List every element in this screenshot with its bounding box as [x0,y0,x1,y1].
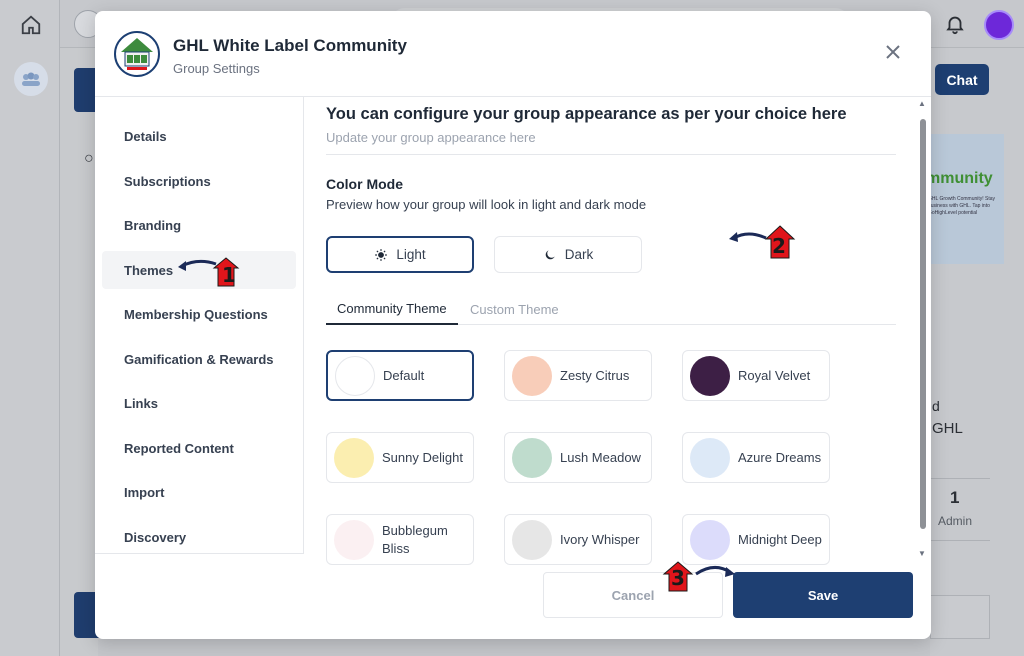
chat-button[interactable]: Chat [935,64,989,95]
theme-swatch [512,355,552,396]
theme-swatch [690,437,730,478]
sidebar-item-details[interactable]: Details [102,117,296,155]
divider [930,540,990,541]
callout-number: 2 [772,234,786,258]
close-icon[interactable] [881,40,905,64]
dark-mode-button[interactable]: Dark [494,236,642,273]
callout-number: 3 [671,566,685,590]
theme-name: Ivory Whisper [560,531,640,547]
bell-icon[interactable] [944,13,966,35]
save-button[interactable]: Save [733,572,913,618]
callout-arrow-icon [729,225,796,259]
member-count: 1 [950,488,960,507]
user-avatar[interactable] [984,10,1014,40]
scroll-thumb[interactable] [920,119,926,529]
theme-swatch [334,519,374,560]
modal-footer: Cancel Save [304,567,931,639]
sidebar-item-branding[interactable]: Branding [102,206,296,244]
theme-name: Azure Dreams [738,449,822,465]
modal-header: GHL White Label Community Group Settings [95,11,931,97]
theme-swatch [512,437,552,478]
sun-icon [375,248,388,261]
theme-name: Midnight Deep [738,531,822,547]
tab-custom-theme[interactable]: Custom Theme [470,293,559,325]
theme-swatch [690,355,730,396]
themes-panel: You can configure your group appearance … [304,97,914,567]
modal-title: GHL White Label Community [173,36,407,55]
scroll-up-icon[interactable]: ▲ [918,99,926,108]
theme-name: Default [383,367,425,383]
left-rail [0,0,60,656]
sidebar-item-gamification-rewards[interactable]: Gamification & Rewards [102,340,296,378]
scroll-down-icon[interactable]: ▼ [918,549,926,558]
theme-option-ivory-whisper[interactable]: Ivory Whisper [504,514,652,565]
member-role-label: Admin [938,514,973,528]
divider [930,478,990,479]
divider [95,553,304,554]
scrollbar[interactable]: ▲ ▼ [914,97,931,567]
theme-tabs: Community Theme Custom Theme [326,293,896,325]
sidebar-item-membership-questions[interactable]: Membership Questions [102,295,296,333]
light-mode-button[interactable]: Light [326,236,474,273]
theme-swatch [512,519,552,560]
theme-swatch [690,519,730,560]
page-title: You can configure your group appearance … [326,105,847,123]
background-text: GHL [932,420,963,437]
lightbulb-icon: ○ [84,150,94,167]
community-icon[interactable] [14,62,48,96]
theme-name: Royal Velvet [738,367,811,383]
moon-icon [545,249,555,259]
color-mode-title: Color Mode [326,176,403,192]
community-banner: mmunity GHL Growth Community! Stay busin… [920,134,1004,264]
divider [326,154,896,155]
sidebar-item-subscriptions[interactable]: Subscriptions [102,162,296,200]
group-settings-modal: GHL White Label Community Group Settings… [95,11,931,639]
theme-name: Zesty Citrus [560,367,630,383]
theme-option-royal-velvet[interactable]: Royal Velvet [682,350,830,401]
theme-option-zesty-citrus[interactable]: Zesty Citrus [504,350,652,401]
sidebar-item-import[interactable]: Import [102,473,296,511]
tab-community-theme[interactable]: Community Theme [326,293,458,325]
light-mode-label: Light [396,247,426,262]
home-icon[interactable] [20,14,42,36]
theme-option-sunny-delight[interactable]: Sunny Delight [326,432,474,483]
banner-title: mmunity [926,170,993,187]
theme-option-lush-meadow[interactable]: Lush Meadow [504,432,652,483]
group-logo [114,31,160,77]
background-input-box[interactable] [930,595,990,639]
theme-swatch [334,437,374,478]
modal-subtitle: Group Settings [173,61,260,76]
sidebar-item-discovery[interactable]: Discovery [102,518,296,556]
theme-option-bubblegum-bliss[interactable]: Bubblegum Bliss [326,514,474,565]
color-mode-description: Preview how your group will look in ligh… [326,197,647,212]
sidebar-item-reported-content[interactable]: Reported Content [102,429,296,467]
sidebar-item-links[interactable]: Links [102,384,296,422]
background-text: d [932,398,940,414]
page-subtitle: Update your group appearance here [326,130,536,145]
theme-option-azure-dreams[interactable]: Azure Dreams [682,432,830,483]
theme-option-default[interactable]: Default [326,350,474,401]
callout-number: 1 [222,263,236,287]
theme-name: Lush Meadow [560,449,641,465]
background-left-column [60,48,98,656]
theme-name: Bubblegum Bliss [382,522,448,556]
dark-mode-label: Dark [564,247,594,262]
theme-swatch [335,355,375,396]
settings-sidebar: Details Subscriptions Branding Themes Me… [95,97,304,553]
banner-text: GHL Growth Community! Stay business with… [928,196,996,216]
theme-name: Sunny Delight [382,449,463,465]
